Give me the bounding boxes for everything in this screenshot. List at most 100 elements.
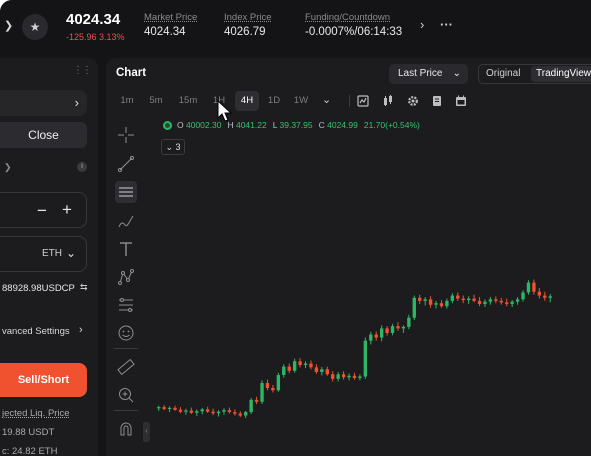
candle-body: [450, 295, 455, 301]
chevron-down-icon[interactable]: ❯: [4, 19, 13, 32]
candle-body: [526, 282, 531, 293]
ticker-bar: ❯ ★ 4024.34 -125.96 3.13% Market Price 4…: [0, 0, 591, 52]
candlestick-chart[interactable]: [156, 158, 591, 456]
ohlc-high: 4041.22: [235, 120, 267, 130]
horizontal-lines-icon[interactable]: [115, 181, 137, 203]
candle-body: [434, 303, 438, 305]
app-window: ❯ ★ 4024.34 -125.96 3.13% Market Price 4…: [0, 0, 591, 456]
interval-1d[interactable]: 1D: [264, 91, 284, 111]
quantity-stepper[interactable]: − +: [0, 192, 87, 228]
candle-body: [331, 374, 335, 379]
info-icon[interactable]: i: [77, 162, 87, 172]
interval-1m[interactable]: 1m: [116, 91, 138, 111]
ohlc-legend: O 40002.30 H 4041.22 L 39.37.95 C 4024.99 21…: [163, 120, 426, 131]
candle-body: [249, 399, 253, 413]
chevron-right-icon[interactable]: ›: [420, 17, 424, 32]
chevron-down-icon: ⌄: [66, 246, 77, 260]
fib-icon[interactable]: [115, 294, 137, 316]
chart-title: Chart: [116, 67, 147, 79]
interval-4h[interactable]: 4H: [235, 91, 259, 111]
candle-body: [341, 374, 346, 378]
collapse-toolbar-tab[interactable]: ‹: [143, 422, 150, 442]
candle-body: [477, 300, 482, 304]
interval-5m[interactable]: 5m: [145, 91, 167, 111]
ohlc-low: 39.37.95: [279, 120, 313, 130]
candle-body: [543, 295, 547, 298]
ohlc-change: 21.70(+0.54%): [363, 120, 420, 130]
minus-icon[interactable]: −: [37, 201, 47, 221]
candle-body: [521, 292, 525, 300]
bar-style-icon[interactable]: [356, 94, 370, 108]
candle-body: [309, 363, 313, 368]
ruler-icon[interactable]: [115, 356, 137, 378]
brush-icon[interactable]: [115, 210, 137, 232]
funding-label[interactable]: Funding/Countdown: [305, 12, 402, 23]
candle-body: [292, 361, 297, 371]
toolbar-divider: [349, 95, 350, 107]
favorite-star-icon[interactable]: ★: [22, 14, 48, 40]
index-price-label[interactable]: Index Price: [224, 12, 272, 23]
candle-body: [276, 375, 281, 391]
chevron-right-icon[interactable]: ›: [79, 324, 83, 336]
candle-body: [211, 411, 215, 414]
unit-selector[interactable]: ETH ⌄: [0, 236, 87, 272]
candle-body: [320, 369, 324, 372]
zoom-in-icon[interactable]: [115, 384, 137, 406]
market-price-label[interactable]: Market Price: [144, 12, 197, 23]
crosshair-icon[interactable]: [115, 124, 137, 146]
candle-body: [347, 375, 351, 378]
price-type-dropdown[interactable]: Last Price ⌄: [389, 64, 468, 84]
view-original-option[interactable]: Original: [486, 68, 520, 79]
advanced-settings-link[interactable]: vanced Settings: [2, 326, 70, 337]
price-type-label: Last Price: [398, 68, 443, 79]
emoji-icon[interactable]: [115, 322, 137, 344]
visibility-icon[interactable]: [163, 121, 172, 131]
candle-body: [494, 299, 498, 301]
candle-body: [205, 409, 210, 412]
unit-label: ETH: [42, 248, 62, 259]
sell-short-button[interactable]: Sell/Short: [0, 363, 87, 397]
candle-body: [396, 326, 400, 329]
order-type-selector[interactable]: ›: [0, 90, 87, 116]
price-change: -125.96 3.13%: [66, 32, 125, 42]
trend-line-icon[interactable]: [115, 153, 137, 175]
document-icon[interactable]: [430, 94, 444, 108]
candle-body: [390, 326, 395, 333]
candle-body: [260, 383, 264, 402]
magnet-icon[interactable]: [115, 418, 137, 440]
candle-body: [303, 363, 308, 366]
market-price-stat: Market Price 4024.34: [144, 12, 197, 38]
indicator-count: 3: [175, 142, 181, 152]
candle-body: [423, 299, 427, 301]
pattern-icon[interactable]: [115, 266, 137, 288]
candle-body: [162, 407, 166, 410]
candle-body: [401, 326, 406, 329]
view-tradingview-option[interactable]: TradingView: [531, 66, 591, 82]
chevron-right-icon: ›: [74, 95, 79, 110]
more-icon[interactable]: ···: [440, 17, 453, 32]
settings-icon[interactable]: [406, 94, 420, 108]
transfer-icon[interactable]: ⇆: [80, 282, 88, 293]
plus-icon[interactable]: +: [62, 200, 72, 220]
candle-body: [200, 409, 204, 412]
chevron-down-icon[interactable]: ❯: [4, 162, 12, 173]
candle-body: [254, 399, 259, 402]
candle-body: [548, 296, 552, 298]
interval-15m[interactable]: 15m: [175, 91, 201, 111]
last-price: 4024.34: [66, 11, 121, 28]
ohlc-open-key: O: [177, 120, 184, 130]
drag-handle-icon[interactable]: ⋮⋮: [73, 65, 92, 76]
candle-body: [195, 411, 199, 413]
candle-body: [238, 413, 242, 416]
close-position-button[interactable]: Close: [0, 122, 87, 148]
candle-body: [374, 334, 378, 338]
interval-1w[interactable]: 1W: [290, 91, 312, 111]
calendar-icon[interactable]: [454, 94, 468, 108]
chevron-down-icon[interactable]: ⌄: [322, 93, 331, 106]
market-price-value: 4024.34: [144, 26, 186, 38]
indicators-toggle[interactable]: ⌄ 3: [161, 139, 185, 155]
candle-style-icon[interactable]: [381, 94, 395, 108]
candle-body: [532, 282, 536, 292]
text-icon[interactable]: [115, 238, 137, 260]
toolbar-divider: [114, 410, 138, 411]
